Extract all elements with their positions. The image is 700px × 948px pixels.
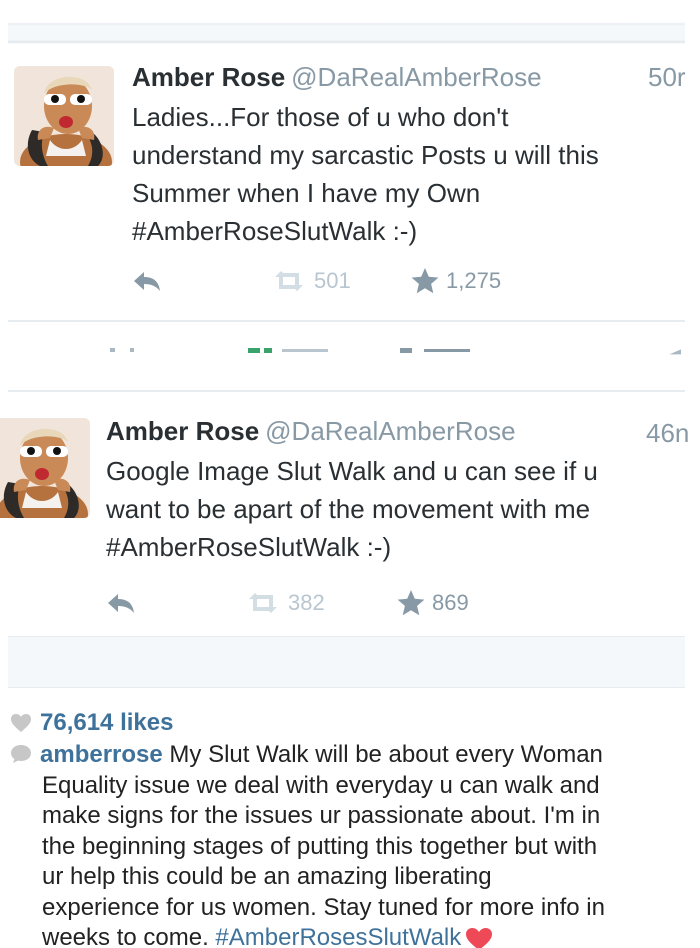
reply-button[interactable] (132, 266, 162, 296)
favorite-button[interactable]: 869 (396, 588, 469, 618)
avatar[interactable] (14, 66, 114, 166)
retweet-count: 501 (314, 268, 351, 293)
caption-hashtag[interactable]: #AmberRosesSlutWalk (215, 924, 461, 948)
more-icon (669, 349, 681, 355)
reply-button[interactable] (106, 588, 136, 618)
retweet-count: 382 (288, 590, 325, 615)
caption-username[interactable]: amberrose (40, 741, 163, 768)
post-caption: amberrose My Slut Walk will be about eve… (10, 740, 690, 948)
reply-icon (110, 348, 134, 352)
tweet-text: Ladies...For those of u who don't unders… (132, 98, 599, 250)
favorite-button[interactable]: 1,275 (410, 266, 501, 296)
caption-text: My Slut Walk will be about every Woman (162, 741, 603, 768)
tweet-text-line: understand my sarcastic Posts u will thi… (132, 140, 599, 170)
retweet-icon (248, 348, 328, 353)
tweet-text-line: want to be apart of the movement with me (106, 494, 591, 524)
caption-line: the beginning stages of putting this tog… (42, 832, 598, 860)
tweet-text: Google Image Slut Walk and u can see if … (106, 452, 598, 566)
tweet-text-line[interactable]: #AmberRoseSlutWalk :-) (132, 212, 599, 250)
tweet-text-line: Google Image Slut Walk and u can see if … (106, 456, 598, 486)
tweet-author-handle[interactable]: @DaRealAmberRose (291, 62, 541, 92)
tweet-header: Amber Rose @DaRealAmberRose (106, 416, 516, 446)
retweet-button[interactable]: 501 (272, 266, 351, 296)
star-icon (411, 268, 439, 294)
tweet-timestamp[interactable]: 50r (648, 62, 686, 92)
tweet-author-handle[interactable]: @DaRealAmberRose (265, 416, 515, 446)
tweet-author-name[interactable]: Amber Rose (132, 62, 285, 92)
tweet-text-line[interactable]: #AmberRoseSlutWalk :-) (106, 528, 598, 566)
red-heart-icon (466, 927, 493, 948)
reply-icon (134, 272, 160, 291)
likes-row: 76,614 likes (10, 707, 173, 739)
tweet-text-line: Summer when I have my Own (132, 178, 481, 208)
caption-line: ur help this could be an amazing liberat… (42, 863, 492, 890)
tweet-divider (8, 320, 685, 322)
likes-count[interactable]: 76,614 likes (40, 709, 173, 737)
top-separator-strip (8, 0, 685, 44)
star-icon (397, 590, 425, 616)
tweet-actions: 501 1,275 (132, 266, 552, 296)
caption-line: weeks to come. #AmberRosesSlutWalk (10, 923, 690, 948)
caption-text: weeks to come. (42, 924, 216, 948)
bottom-separator-strip (8, 636, 685, 688)
clipped-action-row (100, 346, 690, 368)
caption-line: make signs for the issues ur passionate … (42, 802, 601, 829)
caption-line: amberrose My Slut Walk will be about eve… (10, 740, 690, 771)
tweet-text-line: Ladies...For those of u who don't (132, 102, 509, 132)
tweet-header: Amber Rose @DaRealAmberRose (132, 62, 542, 92)
caption-line: experience for us women. Stay tuned for … (42, 893, 605, 921)
caption-line: Equality issue we deal with everyday u c… (42, 771, 600, 799)
tweet-actions: 382 869 (106, 588, 526, 618)
favorite-count: 1,275 (446, 268, 502, 293)
tweet-divider (8, 390, 685, 392)
retweet-icon (275, 271, 303, 291)
star-icon (400, 348, 470, 353)
tweet-author-name[interactable]: Amber Rose (106, 416, 259, 446)
retweet-icon (249, 593, 277, 613)
reply-icon (108, 594, 134, 613)
tweet-timestamp[interactable]: 46n (646, 418, 689, 448)
retweet-button[interactable]: 382 (246, 588, 325, 618)
avatar[interactable] (0, 418, 90, 518)
favorite-count: 869 (432, 590, 469, 615)
heart-outline-icon[interactable] (10, 713, 32, 733)
comment-bubble-icon (11, 745, 31, 763)
